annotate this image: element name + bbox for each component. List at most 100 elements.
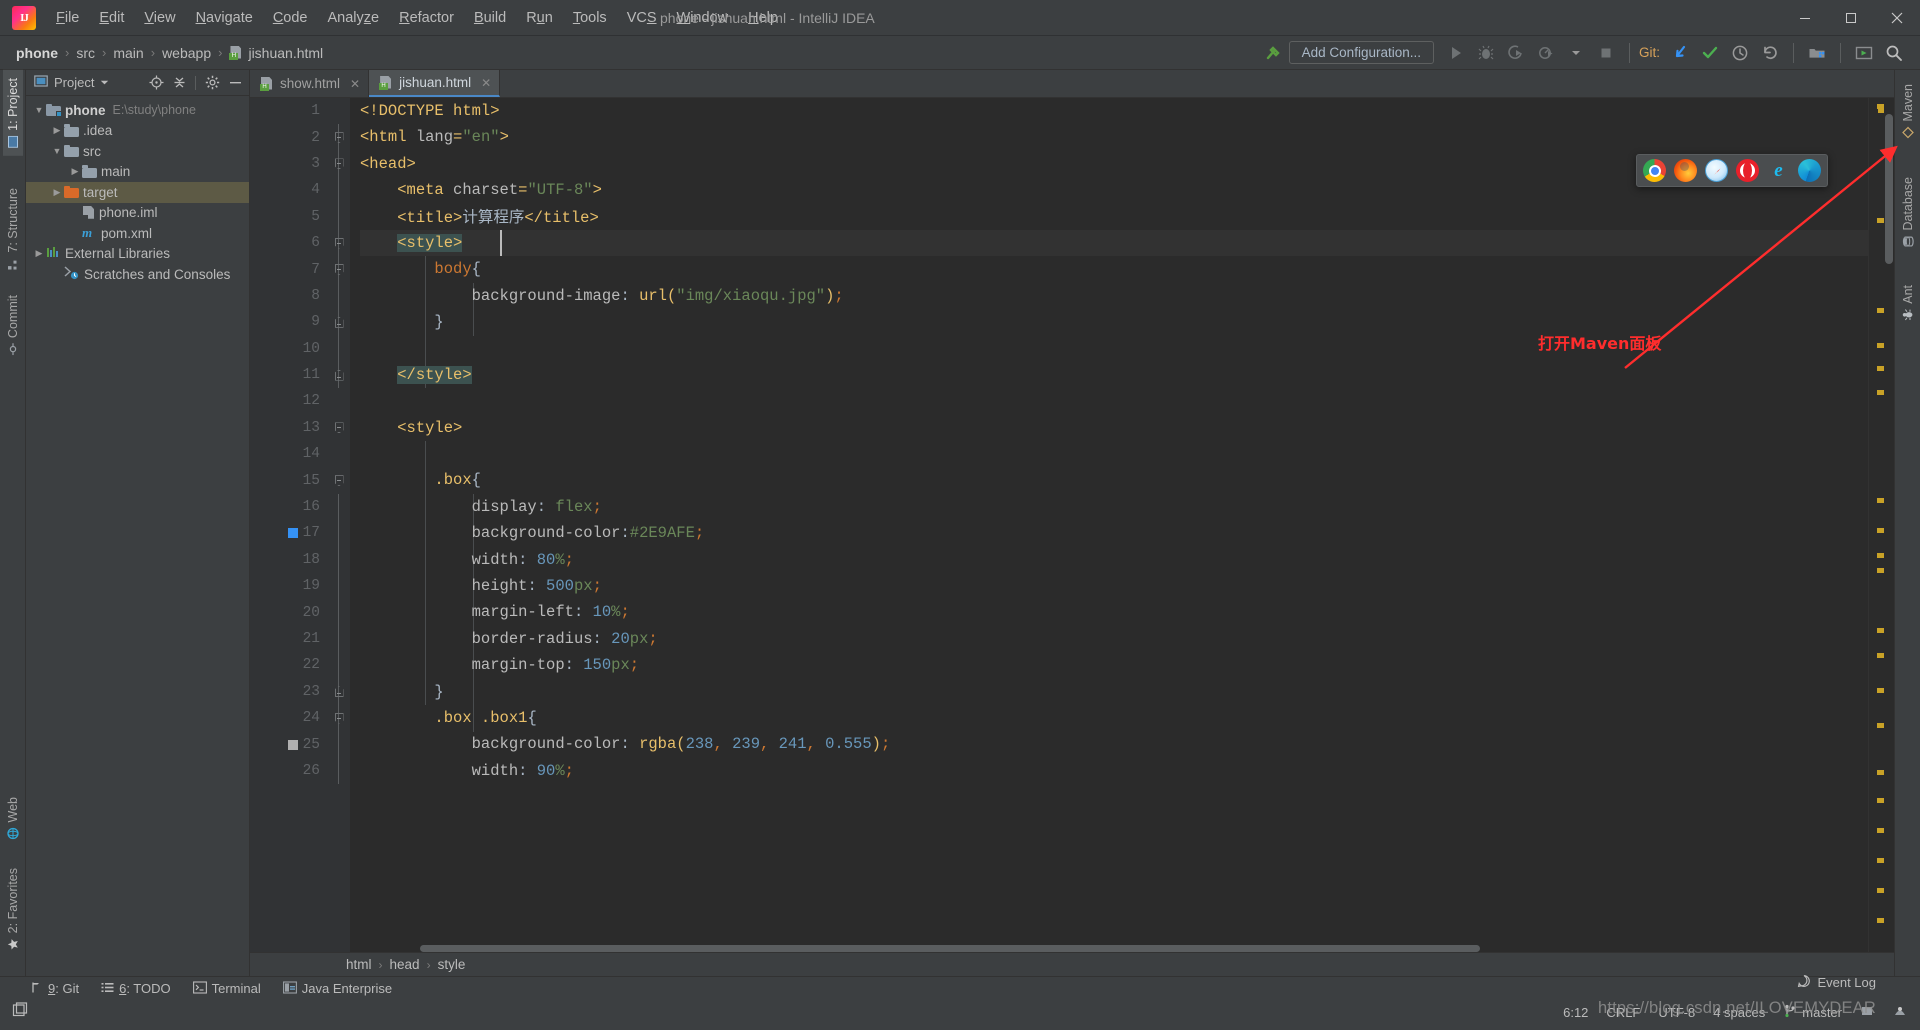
- tree-item-phone-iml[interactable]: ▶ phone.iml: [26, 203, 249, 224]
- fold-marker-style2[interactable]: [328, 415, 350, 441]
- caret-position[interactable]: 6:12: [1563, 1005, 1588, 1020]
- fold-marker-style1-end[interactable]: [328, 362, 350, 388]
- debug-button[interactable]: [1472, 40, 1500, 66]
- chevron-right-icon[interactable]: ▶: [50, 187, 64, 198]
- breadcrumb-item-project[interactable]: phone: [10, 43, 64, 63]
- run-with-coverage-button[interactable]: [1502, 40, 1530, 66]
- menu-refactor[interactable]: Refactor: [389, 6, 464, 30]
- breadcrumb-item-src[interactable]: src: [70, 43, 101, 63]
- profiler-button[interactable]: [1532, 40, 1560, 66]
- sidebar-item-database[interactable]: Database: [1898, 169, 1918, 256]
- toolwindow-terminal[interactable]: Terminal: [192, 980, 261, 997]
- code-breadcrumb-style[interactable]: style: [438, 957, 466, 972]
- chevron-right-icon[interactable]: ▶: [68, 166, 82, 177]
- editor-marker-strip[interactable]: [1868, 98, 1894, 952]
- sidebar-item-maven[interactable]: Maven: [1898, 76, 1918, 147]
- minimize-button[interactable]: [1782, 0, 1828, 36]
- code-breadcrumb-html[interactable]: html: [346, 957, 372, 972]
- fold-marker-head[interactable]: [328, 151, 350, 177]
- run-button[interactable]: [1442, 40, 1470, 66]
- toolwindow-java-enterprise[interactable]: Java Enterprise: [282, 980, 392, 997]
- tree-item-pom-xml[interactable]: ▶ m pom.xml: [26, 223, 249, 244]
- project-tree[interactable]: ▼ phone E:\study\phone ▶ .idea ▼ src ▶ m…: [26, 96, 249, 285]
- sidebar-item-structure[interactable]: 7: Structure: [3, 180, 23, 278]
- git-revert-icon[interactable]: [1756, 40, 1784, 66]
- chevron-down-icon[interactable]: ▼: [32, 105, 46, 115]
- tree-item-phone[interactable]: ▼ phone E:\study\phone: [26, 100, 249, 121]
- chevron-down-icon[interactable]: [1562, 40, 1590, 66]
- breadcrumb-item-webapp[interactable]: webapp: [156, 43, 217, 63]
- breadcrumb-item-main[interactable]: main: [107, 43, 149, 63]
- hector-inspection-icon[interactable]: [1892, 1003, 1908, 1022]
- sidebar-item-web[interactable]: Web: [3, 789, 23, 847]
- run-configuration-selector[interactable]: Add Configuration...: [1288, 41, 1434, 64]
- code-breadcrumb-head[interactable]: head: [390, 957, 420, 972]
- fold-marker-box1[interactable]: [328, 705, 350, 731]
- event-log-button[interactable]: Event Log: [1797, 974, 1876, 991]
- chevron-right-icon[interactable]: ▶: [50, 125, 64, 136]
- menu-tools[interactable]: Tools: [563, 6, 617, 30]
- close-icon[interactable]: ✕: [481, 76, 491, 90]
- toolwindow-todo[interactable]: 6: TODO: [101, 981, 171, 997]
- editor-tab-show-html[interactable]: H show.html ✕: [250, 70, 370, 97]
- menu-analyze[interactable]: Analyze: [318, 6, 390, 30]
- sidebar-item-favorites[interactable]: 2: Favorites: [3, 860, 23, 958]
- fold-marker-body[interactable]: [328, 256, 350, 282]
- editor-text[interactable]: <!DOCTYPE html> <html lang="en"> <head> …: [350, 98, 1868, 952]
- breadcrumb-item-file[interactable]: H jishuan.html: [223, 43, 329, 63]
- ie-icon[interactable]: e: [1767, 159, 1790, 182]
- tree-item-idea[interactable]: ▶ .idea: [26, 121, 249, 142]
- editor-tab-jishuan-html[interactable]: H jishuan.html ✕: [369, 70, 501, 97]
- gear-icon[interactable]: [202, 73, 222, 93]
- breadcrumb[interactable]: phone › src › main › webapp › H jishuan.…: [10, 43, 329, 63]
- maximize-button[interactable]: [1828, 0, 1874, 36]
- browser-launch-popup[interactable]: e: [1636, 154, 1828, 187]
- build-hammer-icon[interactable]: [1259, 40, 1287, 66]
- horizontal-scrollbar[interactable]: [420, 945, 1550, 952]
- project-panel-title[interactable]: Project: [34, 74, 109, 91]
- stop-button[interactable]: [1592, 40, 1620, 66]
- scrollbar-thumb[interactable]: [1885, 114, 1893, 264]
- editor-fold-column[interactable]: [328, 98, 350, 952]
- fold-marker-style1[interactable]: [328, 230, 350, 256]
- fold-marker-box[interactable]: [328, 467, 350, 493]
- sidebar-item-project[interactable]: 1: Project: [2, 70, 23, 156]
- menu-build[interactable]: Build: [464, 6, 516, 30]
- menu-code[interactable]: Code: [263, 6, 318, 30]
- firefox-icon[interactable]: [1674, 159, 1697, 182]
- edge-icon[interactable]: [1798, 159, 1821, 182]
- hide-panel-icon[interactable]: [225, 73, 245, 93]
- tree-item-src[interactable]: ▼ src: [26, 141, 249, 162]
- code-editor[interactable]: 1 2 3 4 5 6 7 8 9 10 11 12 13 14 15 16 1…: [250, 98, 1894, 952]
- show-toolwindow-bars-icon[interactable]: [12, 1001, 28, 1023]
- git-commit-icon[interactable]: [1696, 40, 1724, 66]
- git-update-project-icon[interactable]: [1666, 40, 1694, 66]
- fold-marker-html[interactable]: [328, 124, 350, 150]
- chrome-icon[interactable]: [1643, 159, 1666, 182]
- git-history-icon[interactable]: [1726, 40, 1754, 66]
- menu-navigate[interactable]: Navigate: [186, 6, 263, 30]
- editor-gutter[interactable]: 1 2 3 4 5 6 7 8 9 10 11 12 13 14 15 16 1…: [250, 98, 328, 952]
- fold-marker-box-end[interactable]: [328, 679, 350, 705]
- close-icon[interactable]: ✕: [350, 77, 360, 91]
- chevron-down-icon[interactable]: ▼: [50, 146, 64, 156]
- menu-run[interactable]: Run: [516, 6, 563, 30]
- select-opened-file-icon[interactable]: [146, 73, 166, 93]
- chevron-down-icon[interactable]: [100, 75, 109, 90]
- tree-item-scratches-and-consoles[interactable]: ▶ Scratches and Consoles: [26, 264, 249, 285]
- tree-item-external-libraries[interactable]: ▶ External Libraries: [26, 244, 249, 265]
- collapse-all-icon[interactable]: [169, 73, 189, 93]
- chevron-right-icon[interactable]: ▶: [32, 248, 46, 259]
- menu-view[interactable]: View: [134, 6, 185, 30]
- editor-vertical-scrollbar[interactable]: [1884, 98, 1894, 952]
- opera-icon[interactable]: [1736, 159, 1759, 182]
- tree-item-target[interactable]: ▶ target: [26, 182, 249, 203]
- toolwindow-git[interactable]: 9: Git: [30, 981, 79, 997]
- search-icon[interactable]: [1880, 40, 1908, 66]
- close-button[interactable]: [1874, 0, 1920, 36]
- menu-edit[interactable]: Edit: [89, 6, 134, 30]
- menu-file[interactable]: FFileile: [46, 6, 89, 30]
- code-breadcrumb[interactable]: html › head › style: [250, 952, 1894, 976]
- settings-run-icon[interactable]: [1850, 40, 1878, 66]
- project-structure-icon[interactable]: [1803, 40, 1831, 66]
